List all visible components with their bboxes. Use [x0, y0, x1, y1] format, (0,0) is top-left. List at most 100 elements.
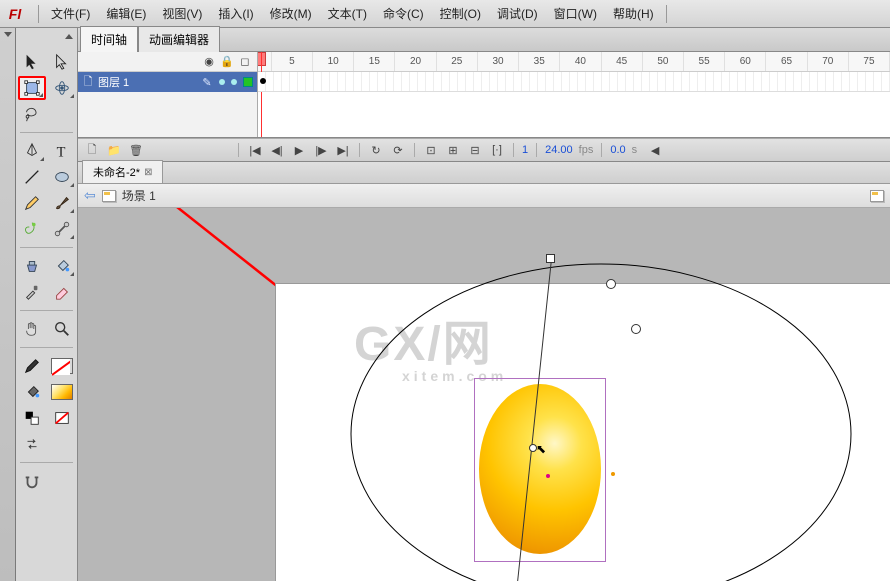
prev-frame-icon[interactable]: ◀|: [269, 142, 285, 158]
oval-shape[interactable]: [479, 384, 601, 554]
ruler-mark: 40: [560, 52, 601, 71]
visibility-dot[interactable]: [219, 79, 225, 85]
stage[interactable]: GX/网 xitem.com ⬉: [275, 283, 890, 581]
stroke-color[interactable]: [18, 354, 46, 378]
zoom-tool[interactable]: [48, 317, 76, 341]
menu-modify[interactable]: 修改(M): [262, 0, 320, 28]
next-frame-icon[interactable]: |▶: [313, 142, 329, 158]
edit-multiple-icon[interactable]: ⊟: [467, 142, 483, 158]
keyframe[interactable]: [260, 78, 266, 84]
separator: [666, 5, 667, 23]
close-icon[interactable]: ⊠: [144, 167, 152, 178]
time-unit: s: [632, 144, 638, 156]
edit-scene-icon[interactable]: [870, 190, 884, 202]
delete-layer-icon[interactable]: 🗑: [128, 142, 144, 158]
panel-collapse-strip[interactable]: [0, 28, 16, 581]
menu-file[interactable]: 文件(F): [43, 0, 98, 28]
deco-tool[interactable]: [18, 217, 46, 241]
playhead-line: [261, 52, 262, 137]
text-tool[interactable]: T: [48, 139, 76, 163]
onion-outline-icon[interactable]: ⊞: [445, 142, 461, 158]
menu-window[interactable]: 窗口(W): [546, 0, 605, 28]
scroll-left-icon[interactable]: ◀: [647, 142, 663, 158]
layer-row[interactable]: 🗋 图层 1 ✎: [78, 72, 257, 92]
menu-help[interactable]: 帮助(H): [605, 0, 662, 28]
tab-motion-editor[interactable]: 动画编辑器: [138, 26, 220, 52]
spacer: [48, 102, 76, 126]
fill-swatch[interactable]: [48, 380, 76, 404]
3d-rotation-tool[interactable]: [48, 76, 76, 100]
eraser-tool[interactable]: [48, 280, 76, 304]
outline-header-icon[interactable]: ◻: [239, 56, 251, 68]
menu-commands[interactable]: 命令(C): [375, 0, 432, 28]
play-icon[interactable]: ▶: [291, 142, 307, 158]
layer-icon: 🗋: [82, 76, 94, 88]
subselection-tool[interactable]: [48, 50, 76, 74]
snap-option[interactable]: [18, 469, 46, 493]
timeline-panel: ◉ 🔒 ◻ 🗋 图层 1 ✎: [78, 52, 890, 138]
pencil-tool[interactable]: [18, 191, 46, 215]
pencil-icon: ✎: [201, 76, 213, 88]
rectangle-tool[interactable]: [48, 165, 76, 189]
stroke-swatch[interactable]: [48, 354, 76, 378]
brush-tool[interactable]: [48, 191, 76, 215]
hand-tool[interactable]: [18, 317, 46, 341]
no-color-swatch[interactable]: [48, 406, 76, 430]
ruler-mark: 75: [849, 52, 890, 71]
lock-dot[interactable]: [231, 79, 237, 85]
playhead[interactable]: [258, 52, 266, 66]
gradient-endpoint-handle[interactable]: [546, 254, 555, 263]
eyedropper-tool[interactable]: [18, 280, 46, 304]
menu-text[interactable]: 文本(T): [320, 0, 375, 28]
menu-view[interactable]: 视图(V): [154, 0, 210, 28]
center-frame-icon[interactable]: ⊡: [423, 142, 439, 158]
ruler-mark: 15: [354, 52, 395, 71]
line-tool[interactable]: [18, 165, 46, 189]
timeline-frames[interactable]: [258, 72, 890, 92]
gradient-rotation-handle[interactable]: [606, 279, 616, 289]
outline-color[interactable]: [243, 77, 253, 87]
stage-area[interactable]: GX/网 xitem.com ⬉: [78, 208, 890, 581]
pen-tool[interactable]: [18, 139, 46, 163]
visibility-header-icon[interactable]: ◉: [203, 56, 215, 68]
ink-bottle-tool[interactable]: [18, 254, 46, 278]
ruler-mark: 50: [643, 52, 684, 71]
onion-skin-icon[interactable]: ⟳: [390, 142, 406, 158]
black-white-swatch[interactable]: [18, 406, 46, 430]
timeline-layer-list: ◉ 🔒 ◻ 🗋 图层 1 ✎: [78, 52, 258, 137]
menu-edit[interactable]: 编辑(E): [98, 0, 154, 28]
modify-markers-icon[interactable]: [·]: [489, 142, 505, 158]
ruler-mark: 60: [725, 52, 766, 71]
current-frame: 1: [522, 144, 528, 156]
gradient-width-handle[interactable]: [631, 324, 641, 334]
free-transform-tool[interactable]: [18, 76, 46, 100]
last-frame-icon[interactable]: ▶|: [335, 142, 351, 158]
svg-text:T: T: [56, 144, 65, 160]
document-tab-bar: 未命名-2* ⊠: [78, 162, 890, 184]
loop-icon[interactable]: ↻: [368, 142, 384, 158]
fill-color[interactable]: [18, 380, 46, 404]
ruler-mark: 70: [808, 52, 849, 71]
selection-tool[interactable]: [18, 50, 46, 74]
bone-tool[interactable]: [48, 217, 76, 241]
timeline-ruler[interactable]: 1 5 10 15 20 25 30 35 40 45 50 55 60 65 …: [258, 52, 890, 72]
lock-header-icon[interactable]: 🔒: [221, 56, 233, 68]
timeline-tabs: 时间轴 动画编辑器: [78, 28, 890, 52]
menu-debug[interactable]: 调试(D): [489, 0, 546, 28]
lasso-tool[interactable]: [18, 102, 46, 126]
first-frame-icon[interactable]: |◀: [247, 142, 263, 158]
document-name: 未命名-2*: [93, 164, 140, 180]
new-folder-icon[interactable]: 📁: [106, 142, 122, 158]
paint-bucket-tool[interactable]: [48, 254, 76, 278]
separator: [38, 5, 39, 23]
spacer: [48, 432, 76, 456]
tab-timeline[interactable]: 时间轴: [80, 26, 138, 52]
fps-unit: fps: [579, 144, 594, 156]
menu-insert[interactable]: 插入(I): [210, 0, 261, 28]
ruler-mark: 45: [602, 52, 643, 71]
menu-control[interactable]: 控制(O): [432, 0, 489, 28]
back-icon[interactable]: ⇦: [84, 187, 96, 204]
new-layer-icon[interactable]: 🗋: [84, 142, 100, 158]
swap-colors[interactable]: [18, 432, 46, 456]
document-tab[interactable]: 未命名-2* ⊠: [82, 160, 163, 183]
